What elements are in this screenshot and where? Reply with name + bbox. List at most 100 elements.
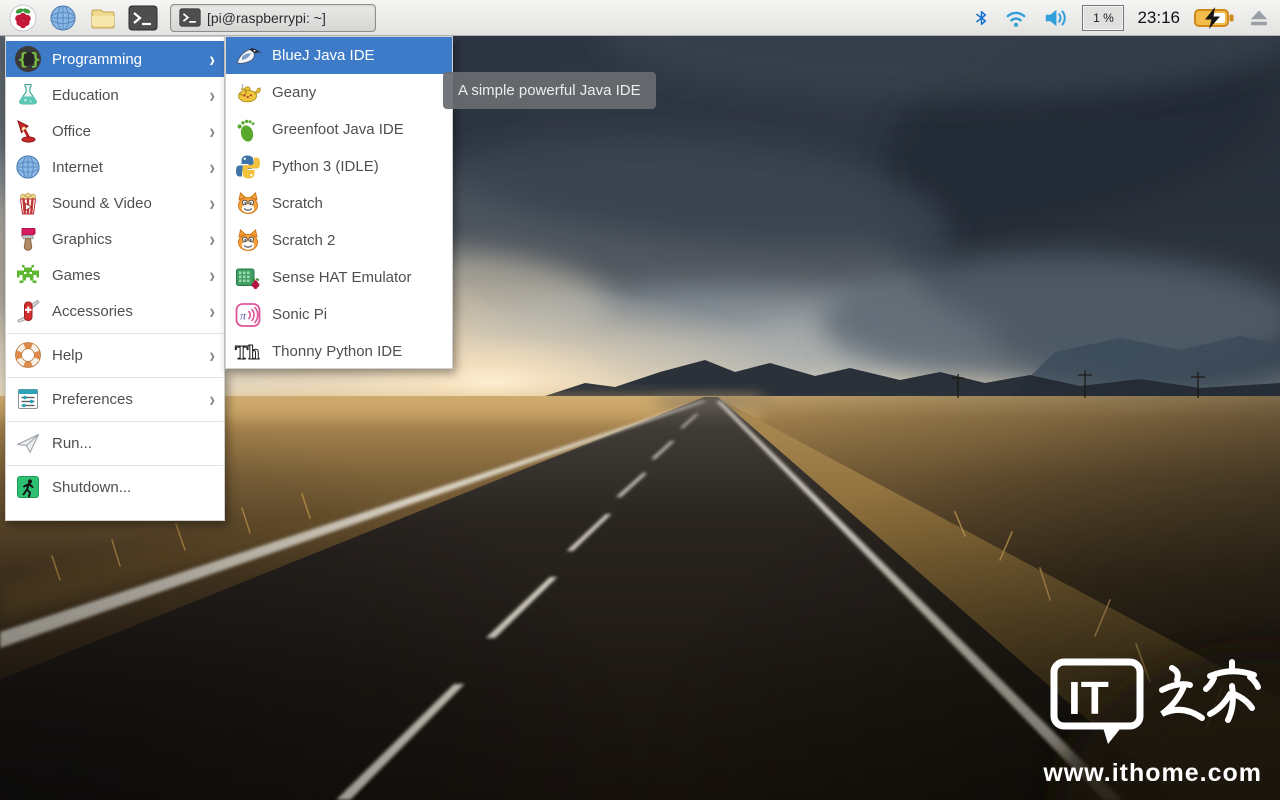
thonny-icon: Th (234, 338, 262, 366)
submenu-item-sonic-pi[interactable]: π Sonic Pi (226, 296, 452, 333)
screen: IT www.ithome.com (0, 0, 1280, 800)
run-icon (14, 429, 42, 457)
menu-item-label: Shutdown... (52, 479, 131, 496)
menu-item-graphics[interactable]: Graphics › (6, 221, 224, 257)
raspberry-menu-icon (9, 4, 37, 32)
scratch2-icon (234, 227, 262, 255)
terminal-icon (179, 8, 201, 27)
terminal-launcher[interactable] (126, 3, 160, 33)
menu-item-office[interactable]: Office › (6, 113, 224, 149)
bluetooth-icon[interactable] (973, 6, 990, 30)
tooltip-text: A simple powerful Java IDE (458, 82, 641, 99)
menu-item-label: Accessories (52, 303, 133, 320)
menu-item-sound-video[interactable]: Sound & Video › (6, 185, 224, 221)
svg-text:Th: Th (235, 342, 259, 364)
submenu-item-thonny[interactable]: Th Thonny Python IDE (226, 333, 452, 370)
svg-text:π: π (240, 308, 247, 322)
submenu-item-scratch2[interactable]: Scratch 2 (226, 222, 452, 259)
menu-item-label: Education (52, 87, 119, 104)
svg-text:}: } (31, 50, 41, 70)
python-icon (234, 153, 262, 181)
web-browser-launcher[interactable] (46, 3, 80, 33)
submenu-arrow-icon: › (209, 48, 215, 69)
menu-item-run[interactable]: Run... (6, 425, 224, 461)
submenu-arrow-icon: › (209, 300, 215, 321)
submenu-item-label: Scratch (272, 195, 323, 212)
submenu-arrow-icon: › (209, 228, 215, 249)
submenu-arrow-icon: › (209, 344, 215, 365)
menu-item-label: Programming (52, 51, 142, 68)
submenu-arrow-icon: › (209, 156, 215, 177)
menu-item-label: Preferences (52, 391, 133, 408)
logo-zhijia-calligraphy (1162, 662, 1258, 720)
battery-charging-icon[interactable] (1193, 5, 1235, 31)
menu-item-programming[interactable]: { } Programming › (6, 41, 224, 77)
accessories-icon (14, 297, 42, 325)
submenu-item-label: Scratch 2 (272, 232, 335, 249)
submenu-item-label: Thonny Python IDE (272, 343, 402, 360)
eject-icon[interactable] (1248, 6, 1270, 30)
menu-item-preferences[interactable]: Preferences › (6, 381, 224, 417)
menu-item-shutdown[interactable]: Shutdown... (6, 469, 224, 505)
help-icon (14, 341, 42, 369)
submenu-item-geany[interactable]: Geany (226, 74, 452, 111)
logo-it-text: IT (1068, 672, 1109, 724)
submenu-item-label: BlueJ Java IDE (272, 47, 375, 64)
file-manager-launcher[interactable] (86, 3, 120, 33)
sound-video-icon (14, 189, 42, 217)
svg-text:{: { (18, 50, 28, 70)
preferences-icon (14, 385, 42, 413)
menu-item-education[interactable]: Education › (6, 77, 224, 113)
ithome-logo: IT (1046, 656, 1262, 752)
submenu-item-label: Sense HAT Emulator (272, 269, 412, 286)
submenu-item-scratch[interactable]: Scratch (226, 185, 452, 222)
taskbar-window-button[interactable]: [pi@raspberrypi: ~] (170, 4, 376, 32)
menu-item-internet[interactable]: Internet › (6, 149, 224, 185)
submenu-item-label: Greenfoot Java IDE (272, 121, 404, 138)
shutdown-icon (14, 473, 42, 501)
internet-icon (14, 153, 42, 181)
logo-bubble-tail (1102, 724, 1124, 744)
submenu-item-label: Sonic Pi (272, 306, 327, 323)
cpu-usage-monitor[interactable]: 1 % (1082, 5, 1124, 31)
tooltip: A simple powerful Java IDE (443, 72, 656, 109)
graphics-icon (14, 225, 42, 253)
submenu-item-greenfoot[interactable]: Greenfoot Java IDE (226, 111, 452, 148)
menu-separator (6, 329, 224, 337)
menu-item-label: Internet (52, 159, 103, 176)
submenu-item-label: Python 3 (IDLE) (272, 158, 379, 175)
programming-submenu: BlueJ Java IDE Geany Greenfoot Java IDE (225, 36, 453, 369)
terminal-icon (128, 5, 158, 31)
menu-launcher-button[interactable] (6, 3, 40, 33)
menu-item-games[interactable]: Games › (6, 257, 224, 293)
geany-icon (234, 79, 262, 107)
menu-item-accessories[interactable]: Accessories › (6, 293, 224, 329)
programming-icon: { } (14, 45, 42, 73)
submenu-item-bluej[interactable]: BlueJ Java IDE (226, 37, 452, 74)
games-icon (14, 261, 42, 289)
taskbar: [pi@raspberrypi: ~] 1 % 23:16 (0, 0, 1280, 36)
menu-item-label: Graphics (52, 231, 112, 248)
menu-item-help[interactable]: Help › (6, 337, 224, 373)
taskbar-clock[interactable]: 23:16 (1137, 8, 1180, 28)
bluej-icon (234, 42, 262, 70)
menu-separator (6, 417, 224, 425)
menu-item-label: Games (52, 267, 100, 284)
web-browser-globe-icon (49, 4, 77, 32)
system-tray: 1 % 23:16 (973, 5, 1280, 31)
volume-icon[interactable] (1042, 6, 1069, 30)
education-icon (14, 81, 42, 109)
menu-item-label: Help (52, 347, 83, 364)
submenu-arrow-icon: › (209, 84, 215, 105)
menu-separator (6, 461, 224, 469)
scratch-icon (234, 190, 262, 218)
submenu-arrow-icon: › (209, 264, 215, 285)
submenu-item-sense-hat-emulator[interactable]: Sense HAT Emulator (226, 259, 452, 296)
submenu-item-python3-idle[interactable]: Python 3 (IDLE) (226, 148, 452, 185)
sonic-pi-icon: π (234, 301, 262, 329)
greenfoot-icon (234, 116, 262, 144)
submenu-arrow-icon: › (209, 192, 215, 213)
submenu-arrow-icon: › (209, 120, 215, 141)
wifi-icon[interactable] (1003, 6, 1029, 30)
menu-separator (6, 373, 224, 381)
